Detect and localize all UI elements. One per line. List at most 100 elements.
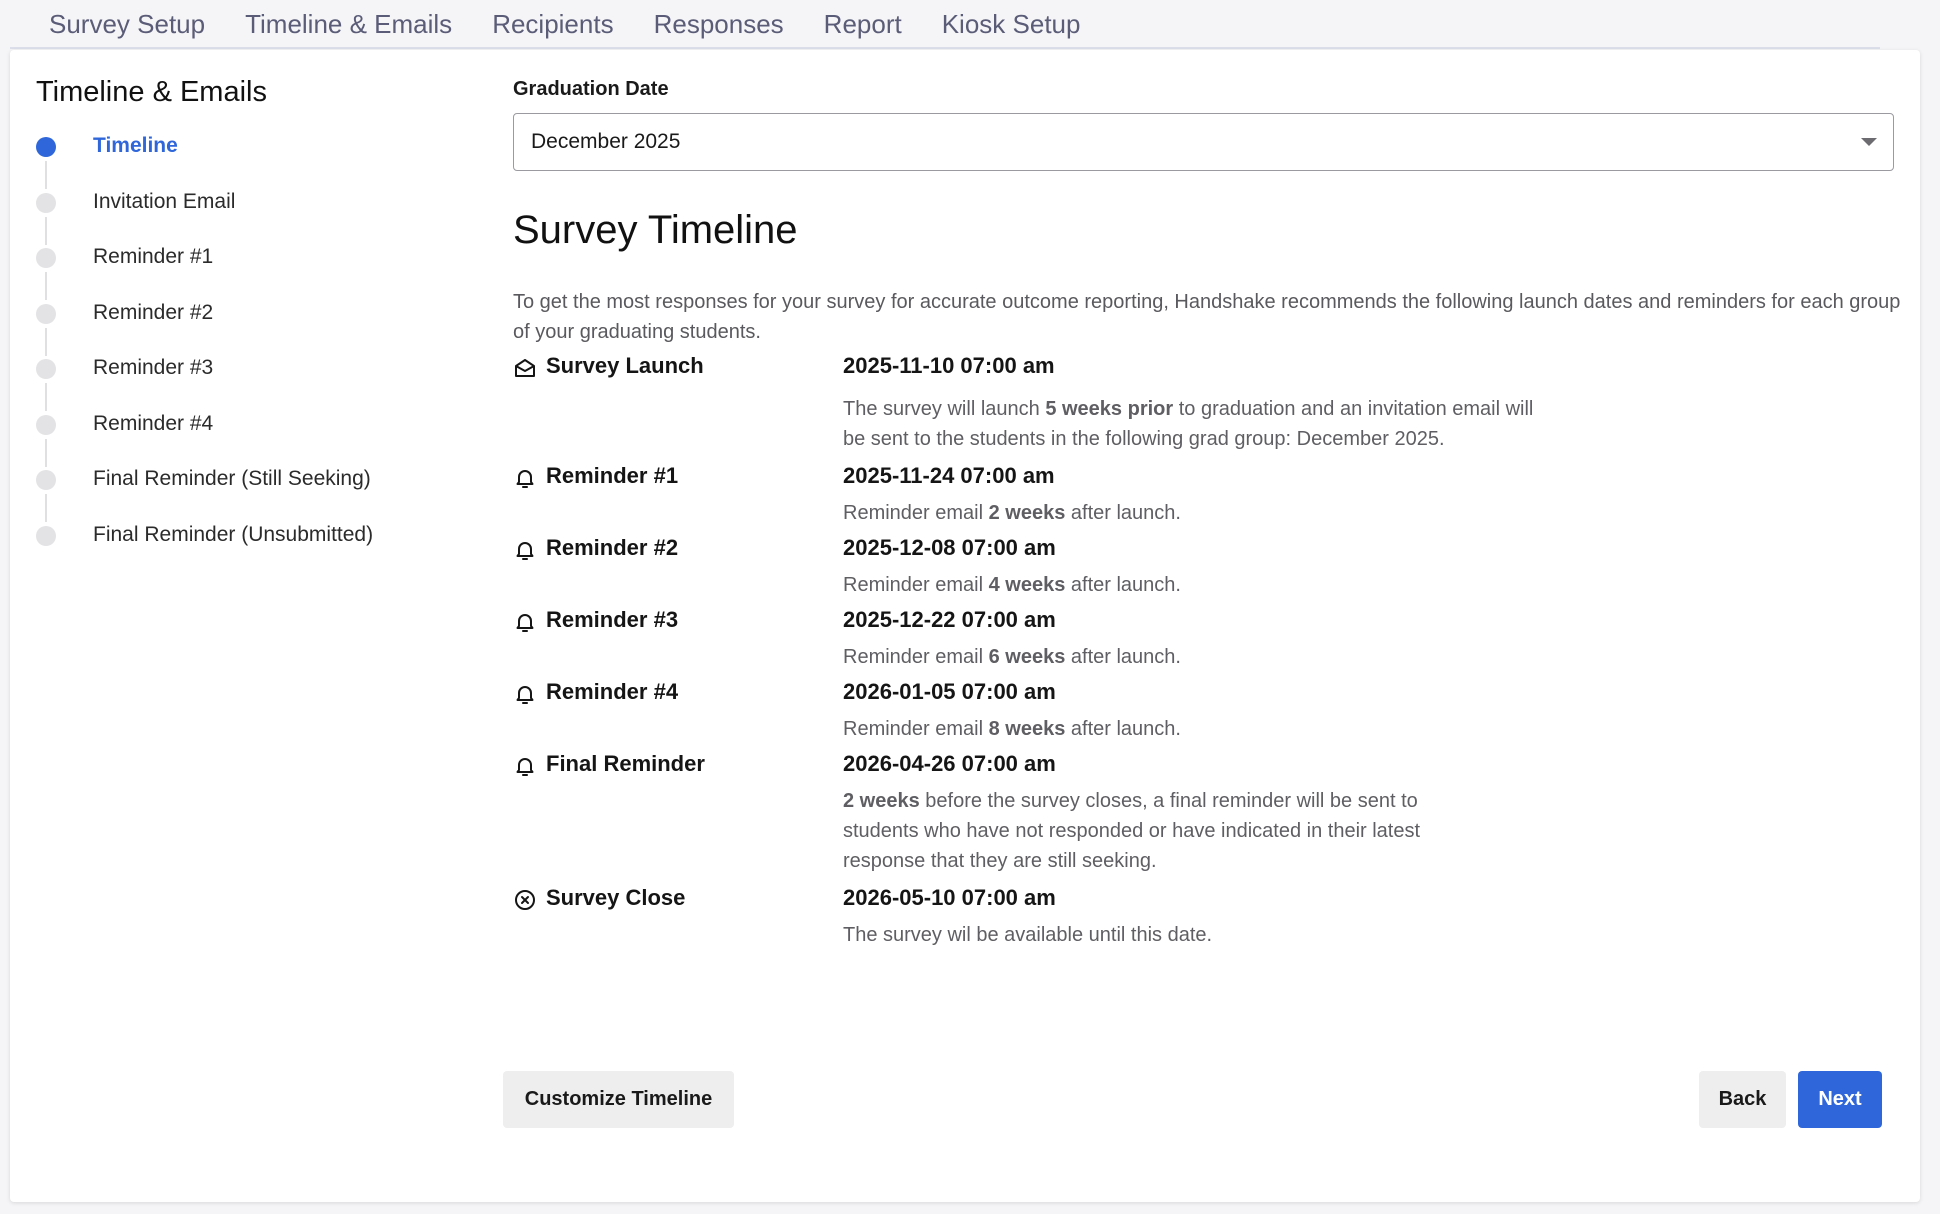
step-dot-icon: [36, 470, 56, 490]
timeline-item-header: Survey Launch 2025-11-10 07:00 am: [513, 350, 1903, 386]
timeline-item-name: Reminder #1: [546, 463, 679, 488]
timeline-item-name: Reminder #3: [546, 607, 679, 632]
description-emphasis: 2 weeks: [988, 502, 1066, 524]
timeline-item-name: Survey Close: [546, 885, 686, 910]
description-emphasis: 2 weeks: [843, 790, 920, 812]
tab-timeline-emails[interactable]: Timeline & Emails: [245, 9, 452, 40]
timeline-item-date: 2025-12-22 07:00 am: [843, 607, 1056, 632]
graduation-date-label: Graduation Date: [513, 78, 669, 100]
timeline-item: Final Reminder 2026-04-26 07:00 am 2 weeks…: [513, 748, 1903, 876]
envelope-open-icon: [513, 356, 537, 380]
step-connector: [45, 383, 47, 411]
timeline-item-date: 2025-11-24 07:00 am: [843, 463, 1055, 488]
description-text: The survey wil be available until this d…: [843, 924, 1213, 946]
timeline-item-header: Reminder #4 2026-01-05 07:00 am: [513, 676, 1903, 712]
bell-icon: [513, 610, 537, 634]
description-text: Reminder email: [843, 718, 989, 740]
step-connector: [45, 494, 47, 522]
tab-survey-setup[interactable]: Survey Setup: [49, 9, 205, 40]
timeline-stepper: Timeline Invitation Email Reminder #1 Remin…: [36, 134, 456, 582]
close-circle-icon: [513, 888, 537, 912]
stepper-item[interactable]: Reminder #1: [36, 245, 456, 304]
timeline-item-description: Reminder email 8 weeks after launch.: [843, 714, 1523, 744]
bell-icon: [513, 682, 537, 706]
timeline-item-header: Reminder #2 2025-12-08 07:00 am: [513, 532, 1903, 568]
timeline-list: Survey Launch 2025-11-10 07:00 am The surv…: [513, 350, 1903, 950]
sidebar-title: Timeline & Emails: [36, 76, 267, 108]
timeline-item-description: Reminder email 2 weeks after launch.: [843, 498, 1523, 528]
stepper-item[interactable]: Reminder #4: [36, 411, 456, 471]
timeline-item-name: Survey Launch: [546, 353, 704, 378]
timeline-item: Reminder #3 2025-12-22 07:00 am Reminder e…: [513, 604, 1903, 672]
next-button[interactable]: Next: [1798, 1071, 1882, 1128]
tab-responses[interactable]: Responses: [654, 9, 784, 40]
stepper-item[interactable]: Timeline: [36, 134, 456, 193]
stepper-item[interactable]: Reminder #3: [36, 356, 456, 415]
tab-bar-divider: [10, 47, 1880, 49]
stepper-item[interactable]: Reminder #2: [36, 300, 456, 360]
stepper-item-label: Final Reminder (Still Seeking): [93, 467, 371, 490]
stepper-item-label: Reminder #4: [93, 411, 214, 435]
timeline-item-date: 2026-05-10 07:00 am: [843, 885, 1056, 910]
step-dot-icon: [36, 359, 56, 379]
description-text: Reminder email: [843, 646, 989, 668]
step-connector: [45, 327, 47, 356]
bell-icon: [513, 538, 537, 562]
stepper-item-label: Reminder #3: [93, 356, 214, 379]
bell-icon: [513, 466, 537, 490]
description-emphasis: 8 weeks: [988, 718, 1066, 740]
tab-kiosk-setup[interactable]: Kiosk Setup: [942, 9, 1081, 40]
description-text: after launch.: [1065, 574, 1181, 596]
timeline-item-date: 2025-12-08 07:00 am: [843, 535, 1056, 560]
customize-timeline-button[interactable]: Customize Timeline: [503, 1071, 734, 1128]
tab-report[interactable]: Report: [824, 9, 902, 40]
timeline-item-description: 2 weeks before the survey closes, a fina…: [843, 786, 1483, 876]
timeline-item-description: Reminder email 6 weeks after launch.: [843, 642, 1523, 672]
stepper-item[interactable]: Final Reminder (Unsubmitted): [36, 522, 456, 582]
step-connector: [45, 161, 47, 189]
tab-recipients[interactable]: Recipients: [492, 9, 613, 40]
timeline-item-header: Reminder #3 2025-12-22 07:00 am: [513, 604, 1903, 640]
stepper-item[interactable]: Invitation Email: [36, 190, 456, 249]
timeline-item-header: Survey Close 2026-05-10 07:00 am: [513, 882, 1903, 918]
timeline-item: Reminder #1 2025-11-24 07:00 am Reminder e…: [513, 460, 1903, 528]
description-emphasis: 5 weeks prior: [1045, 398, 1174, 420]
description-text: Reminder email: [843, 502, 989, 524]
timeline-item-date: 2026-01-05 07:00 am: [843, 679, 1056, 704]
stepper-item-label: Final Reminder (Unsubmitted): [93, 522, 374, 546]
bell-icon: [513, 754, 537, 778]
step-connector: [45, 216, 47, 245]
graduation-date-select[interactable]: December 2025: [513, 113, 1894, 171]
timeline-item-header: Reminder #1 2025-11-24 07:00 am: [513, 460, 1903, 496]
timeline-item-description: Reminder email 4 weeks after launch.: [843, 570, 1523, 600]
step-dot-icon: [36, 137, 56, 157]
page-title: Survey Timeline: [513, 208, 798, 252]
timeline-item-description: The survey will launch 5 weeks prior to …: [843, 394, 1543, 454]
stepper-item-label: Reminder #1: [93, 245, 214, 268]
step-dot-icon: [36, 525, 56, 546]
top-tab-bar: Survey Setup Timeline & Emails Recipient…: [0, 0, 1940, 48]
step-connector: [45, 272, 47, 300]
step-dot-icon: [36, 192, 56, 213]
description-emphasis: 4 weeks: [988, 574, 1066, 596]
step-dot-icon: [36, 414, 56, 435]
stepper-item-label: Reminder #2: [93, 300, 214, 324]
description-text: after launch.: [1065, 646, 1181, 668]
graduation-date-value: December 2025: [531, 130, 681, 153]
timeline-item-date: 2026-04-26 07:00 am: [843, 751, 1056, 776]
step-dot-icon: [36, 248, 56, 268]
stepper-item-label: Timeline: [93, 134, 178, 157]
timeline-item: Reminder #4 2026-01-05 07:00 am Reminder e…: [513, 676, 1903, 744]
timeline-item: Survey Launch 2025-11-10 07:00 am The surv…: [513, 350, 1903, 454]
timeline-item: Survey Close 2026-05-10 07:00 am The surve…: [513, 882, 1903, 950]
timeline-item-date: 2025-11-10 07:00 am: [843, 353, 1055, 378]
content-card: Timeline & Emails Timeline Invitation Ema…: [10, 50, 1920, 1202]
timeline-item: Reminder #2 2025-12-08 07:00 am Reminder e…: [513, 532, 1903, 600]
description-text: The survey will launch: [843, 398, 1046, 420]
back-button[interactable]: Back: [1699, 1071, 1786, 1128]
timeline-item-name: Final Reminder: [546, 751, 705, 776]
timeline-intro: To get the most responses for your surve…: [513, 291, 1901, 343]
timeline-item-header: Final Reminder 2026-04-26 07:00 am: [513, 748, 1903, 784]
stepper-item[interactable]: Final Reminder (Still Seeking): [36, 467, 456, 526]
step-connector: [45, 438, 47, 467]
